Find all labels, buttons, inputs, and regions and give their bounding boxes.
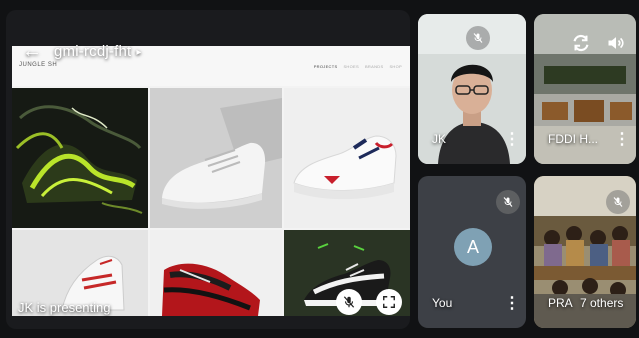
mute-presenter-button[interactable] bbox=[336, 289, 362, 315]
more-options-icon[interactable]: ⋮ bbox=[504, 132, 520, 148]
speaker-glyph bbox=[608, 37, 624, 49]
shared-screen: JUNGLE SH PROJECTS SHOES BRANDS SHOP bbox=[12, 46, 410, 316]
participant-name: JK bbox=[432, 132, 447, 146]
mic-off-icon bbox=[473, 33, 483, 43]
slide-nav-item: BRANDS bbox=[364, 64, 384, 69]
fullscreen-button[interactable] bbox=[376, 289, 402, 315]
participant-tile-jk[interactable]: JK ⋮ bbox=[418, 14, 526, 164]
speaker-icon[interactable] bbox=[606, 33, 626, 58]
mic-off-badge bbox=[496, 190, 520, 214]
meeting-code[interactable]: gmi-rcdj-fht bbox=[54, 43, 131, 60]
mic-off-icon bbox=[343, 296, 355, 308]
mic-off-badge bbox=[606, 190, 630, 214]
shoe-photo-white-sneaker bbox=[150, 88, 282, 228]
mic-off-badge bbox=[466, 26, 490, 50]
back-arrow-icon[interactable]: ← bbox=[22, 41, 42, 61]
presenting-label: JK is presenting bbox=[18, 300, 111, 315]
slide-nav-item: SHOP bbox=[389, 64, 402, 69]
more-options-icon[interactable]: ⋮ bbox=[504, 296, 520, 312]
shoe-photo-red-boot bbox=[150, 230, 282, 316]
mic-off-icon bbox=[503, 197, 513, 207]
participant-name: FDDI H... bbox=[548, 132, 598, 146]
participant-name: You bbox=[432, 296, 453, 310]
avatar: A bbox=[454, 228, 492, 266]
participant-name: PRA bbox=[548, 296, 573, 310]
switch-camera-glyph bbox=[573, 34, 589, 52]
slide-nav-item: SHOES bbox=[343, 64, 359, 69]
more-options-icon[interactable]: ⋮ bbox=[614, 132, 630, 148]
presentation-header: ← gmi-rcdj-fht ▸ bbox=[16, 36, 141, 66]
slide-nav: PROJECTS SHOES BRANDS SHOP bbox=[314, 64, 402, 69]
participant-tile-pra[interactable]: PRA 7 others bbox=[534, 176, 636, 328]
others-count-label[interactable]: 7 others bbox=[580, 296, 623, 310]
switch-camera-icon[interactable] bbox=[570, 32, 592, 59]
participant-tile-fddi[interactable]: FDDI H... ⋮ bbox=[534, 14, 636, 164]
shoe-photo-neon-sketch bbox=[12, 88, 148, 228]
meeting-info-caret-icon[interactable]: ▸ bbox=[136, 47, 141, 58]
fullscreen-icon bbox=[383, 296, 395, 308]
participant-tile-you[interactable]: A You ⋮ bbox=[418, 176, 526, 328]
mic-off-icon bbox=[613, 197, 623, 207]
slide-nav-item: PROJECTS bbox=[313, 64, 338, 69]
shoe-photo-retro-sneaker bbox=[284, 88, 410, 228]
presentation-tile[interactable]: JUNGLE SH PROJECTS SHOES BRANDS SHOP ← g… bbox=[6, 10, 410, 329]
